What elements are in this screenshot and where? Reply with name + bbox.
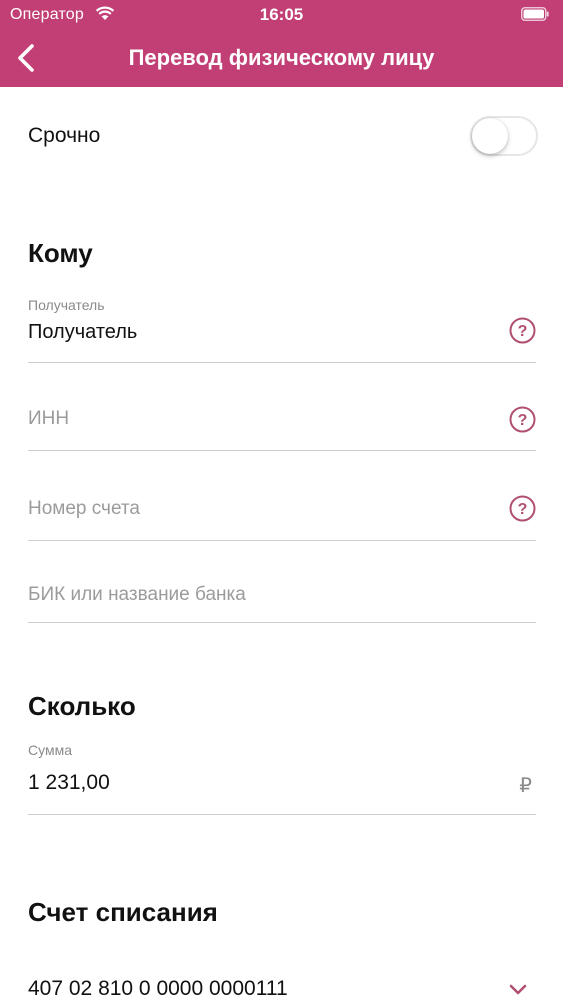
currency-symbol: ₽	[519, 775, 532, 797]
recipient-value: Получатель	[28, 321, 138, 343]
inn-placeholder: ИНН	[28, 408, 70, 429]
amount-section-title: Сколько	[28, 691, 136, 721]
account-number-placeholder: Номер счета	[28, 498, 140, 519]
recipient-section-title: Кому	[28, 238, 93, 268]
status-time: 16:05	[259, 5, 304, 24]
question-circle-icon[interactable]: ?	[509, 317, 536, 344]
bank-field[interactable]: БИК или название банка	[28, 540, 536, 623]
account-section-title: Счет списания	[28, 897, 218, 927]
bank-placeholder: БИК или название банка	[28, 584, 246, 605]
question-circle-icon[interactable]: ?	[509, 406, 536, 433]
debit-account-value[interactable]: 407 02 810 0 0000 0000111	[28, 977, 288, 1001]
recipient-field[interactable]: Получатель Получатель ?	[28, 295, 536, 363]
account-number-field[interactable]: Номер счета ?	[28, 450, 536, 541]
toggle-knob	[472, 118, 508, 154]
amount-caption: Сумма	[28, 742, 72, 758]
question-circle-icon[interactable]: ?	[509, 495, 536, 522]
recipient-caption: Получатель	[28, 297, 105, 313]
status-bar: Оператор 16:05	[0, 0, 563, 30]
amount-field[interactable]: Сумма 1 231,00 ₽	[28, 742, 536, 815]
header: Оператор 16:05 Перевод физическому лицу	[0, 0, 563, 87]
svg-text:?: ?	[518, 501, 528, 518]
amount-value: 1 231,00	[28, 771, 110, 794]
chevron-down-icon[interactable]	[508, 983, 528, 997]
urgent-row: Срочно	[0, 110, 563, 162]
battery-icon	[521, 7, 549, 21]
svg-text:?: ?	[518, 412, 528, 429]
page-title: Перевод физическому лицу	[128, 45, 435, 70]
urgent-label: Срочно	[28, 124, 101, 147]
navigation-bar: Перевод физическому лицу	[0, 30, 563, 87]
urgent-toggle[interactable]	[470, 116, 538, 156]
inn-field[interactable]: ИНН ?	[28, 362, 536, 451]
svg-text:?: ?	[518, 323, 528, 340]
